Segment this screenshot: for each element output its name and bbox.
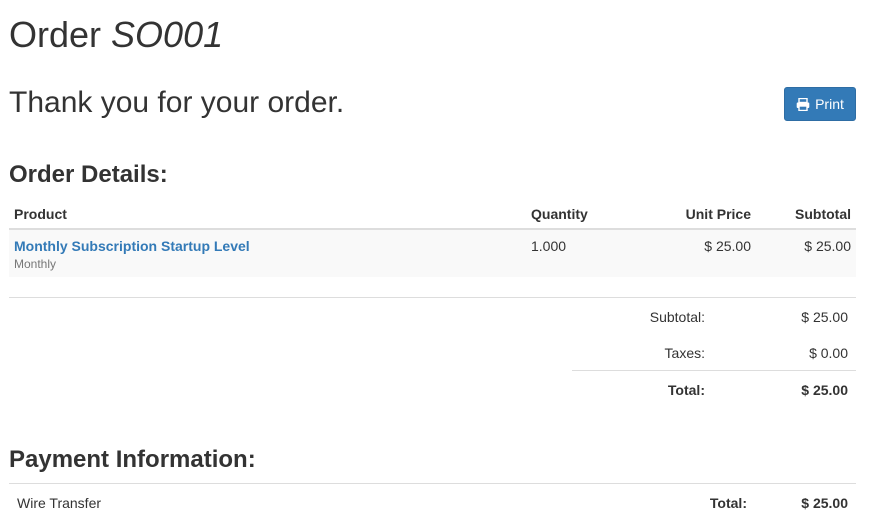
- table-bottom-divider: [9, 297, 856, 298]
- payment-total-value: $ 25.00: [801, 495, 848, 511]
- taxes-value: $ 0.00: [809, 345, 848, 361]
- line-unit-price: $ 25.00: [704, 238, 751, 254]
- product-link[interactable]: Monthly Subscription Startup Level: [14, 237, 250, 255]
- page-title: Order SO001: [9, 12, 223, 58]
- total-value: $ 25.00: [801, 382, 848, 398]
- subtotal-value: $ 25.00: [801, 309, 848, 325]
- payment-total-label: Total:: [709, 495, 747, 511]
- payment-information-heading: Payment Information:: [9, 446, 256, 473]
- order-details-heading: Order Details:: [9, 161, 168, 188]
- payment-divider: [9, 483, 856, 484]
- print-icon: [796, 97, 810, 111]
- page-title-prefix: Order: [9, 14, 102, 55]
- column-header-quantity: Quantity: [531, 206, 588, 222]
- thank-you-message: Thank you for your order.: [9, 86, 345, 119]
- line-quantity: 1.000: [531, 238, 567, 254]
- taxes-label: Taxes:: [664, 345, 705, 361]
- product-description: Monthly: [14, 257, 57, 271]
- column-header-product: Product: [14, 206, 67, 222]
- column-header-unit-price: Unit Price: [685, 206, 751, 222]
- order-number: SO001: [111, 14, 224, 55]
- subtotal-label: Subtotal:: [649, 309, 705, 325]
- line-subtotal: $ 25.00: [804, 238, 851, 254]
- totals-divider: [572, 370, 856, 371]
- print-button-label: Print: [815, 96, 844, 112]
- print-button[interactable]: Print: [784, 87, 856, 121]
- column-header-subtotal: Subtotal: [795, 206, 851, 222]
- total-label: Total:: [667, 382, 705, 398]
- payment-method: Wire Transfer: [17, 495, 102, 511]
